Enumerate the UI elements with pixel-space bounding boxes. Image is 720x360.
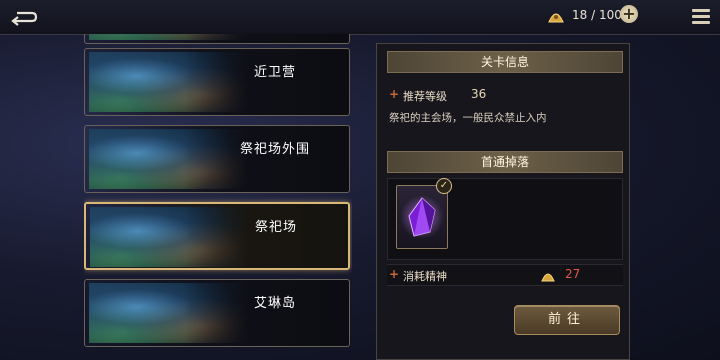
stage-description: 祭祀的主会场，一般民众禁止入内: [389, 112, 547, 124]
stage-card-jisichang[interactable]: 祭祀场: [84, 202, 350, 270]
cross-icon: +: [389, 267, 400, 281]
recommended-level-value: 36: [471, 87, 487, 101]
cost-label: 消耗精神: [403, 270, 447, 283]
obtained-check-icon: ✓: [436, 178, 452, 194]
stage-thumbnail: [89, 283, 249, 343]
back-arrow-icon: [11, 11, 38, 26]
cost-value: 27: [565, 267, 581, 281]
cost-row: + 消耗精神 27: [387, 264, 623, 286]
energy-icon: [539, 266, 557, 288]
hamburger-icon: [692, 9, 710, 24]
top-bar: 18 / 100 +: [0, 0, 720, 35]
stage-list[interactable]: 近卫营 祭祀场外围 祭祀场 艾琳岛: [84, 34, 352, 360]
stage-thumbnail: [89, 34, 249, 40]
energy-icon: [545, 4, 567, 26]
stage-name: 近卫营: [253, 65, 296, 80]
stage-thumbnail: [90, 207, 250, 267]
back-button[interactable]: [8, 6, 38, 28]
go-button[interactable]: 前往: [514, 305, 620, 335]
stage-name: 艾琳岛: [253, 296, 296, 311]
menu-button[interactable]: [690, 6, 712, 26]
stage-thumbnail: [89, 129, 249, 189]
stage-info-panel: 关卡信息 + 推荐等级 36 祭祀的主会场，一般民众禁止入内 首通掉落 ✓ +: [376, 43, 630, 360]
stage-name: 祭祀场: [254, 220, 297, 235]
energy-counter: 18 / 100: [572, 8, 622, 22]
add-energy-button[interactable]: +: [620, 5, 638, 23]
stage-info-header: 关卡信息: [387, 51, 623, 73]
drop-list: ✓: [387, 178, 623, 260]
stage-card-ailindao[interactable]: 艾琳岛: [84, 279, 350, 347]
stage-thumbnail: [89, 52, 249, 112]
stage-name: 祭祀场外围: [239, 142, 310, 157]
purple-crystal-icon: [400, 195, 444, 239]
drop-item-slot[interactable]: [396, 185, 448, 249]
recommended-level-label: 推荐等级: [403, 90, 447, 103]
cross-icon: +: [389, 87, 400, 101]
stage-card[interactable]: [84, 34, 350, 44]
first-clear-drop-header: 首通掉落: [387, 151, 623, 173]
stage-card-jisichang-waiwei[interactable]: 祭祀场外围: [84, 125, 350, 193]
stage-card-jinweiying[interactable]: 近卫营: [84, 48, 350, 116]
